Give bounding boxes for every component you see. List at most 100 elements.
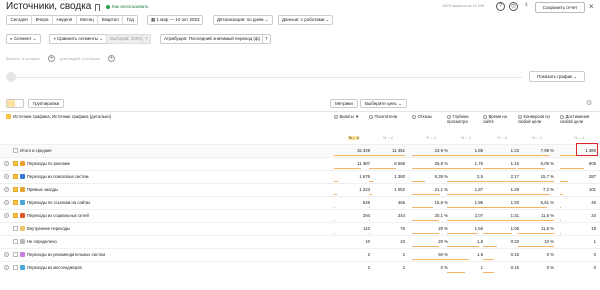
column-radio-icon[interactable] <box>412 114 416 119</box>
expand-icon[interactable]: + <box>4 161 9 166</box>
column-mode-icons[interactable]: % ↓ .ıl <box>461 136 471 140</box>
column-header[interactable]: Визиты ▼ <box>334 114 370 119</box>
row-checkbox[interactable] <box>13 200 18 205</box>
add-visit-filter-icon[interactable]: + <box>48 55 55 62</box>
period-quarter[interactable]: Квартал <box>98 16 124 24</box>
column-mode-icons[interactable]: % ↓ .ıl <box>532 136 542 140</box>
column-radio-icon[interactable] <box>334 114 338 119</box>
show-graph-button[interactable]: Показать график ⌄ <box>529 71 585 82</box>
row-checkbox[interactable] <box>13 265 18 270</box>
value-bar <box>447 272 465 273</box>
percent-mode-icon[interactable]: % ↓ .ıl <box>532 136 542 140</box>
metrics-button[interactable]: Метрики <box>330 99 358 108</box>
row-label[interactable]: Внутренние переходы <box>27 226 70 231</box>
column-radio-icon[interactable] <box>560 114 564 119</box>
sample-info-icon[interactable]: ? <box>142 34 151 44</box>
detail-dropdown[interactable]: Детализация: по дням ⌄ <box>213 15 273 25</box>
column-mode-icons[interactable]: % ↓ .ıl <box>348 136 360 140</box>
row-checkbox[interactable] <box>13 213 18 218</box>
expand-icon[interactable]: + <box>4 174 9 179</box>
period-yesterday[interactable]: Вчера <box>32 16 53 24</box>
row-checkbox[interactable] <box>13 174 18 179</box>
table-view-icon[interactable] <box>7 100 15 107</box>
percent-mode-icon[interactable]: % ↓ .ıl <box>426 136 436 140</box>
table-row[interactable]: + Прямые заходы 1 223 1 052 21,1 % 1,87 1:29 7,… <box>0 183 600 196</box>
add-user-filter-icon[interactable]: + <box>108 55 115 62</box>
source-icon <box>20 252 25 257</box>
period-year[interactable]: Год <box>123 16 138 24</box>
column-radio-icon[interactable] <box>518 114 522 119</box>
period-month[interactable]: Месяц <box>76 16 99 24</box>
row-label[interactable]: Прямые заходы <box>27 187 58 192</box>
date-range-button[interactable]: ▦ 1 мар — 10 окт 2023 <box>147 15 204 25</box>
column-radio-icon[interactable] <box>447 114 451 119</box>
how-to-link[interactable]: Как использовать <box>106 4 149 9</box>
expand-icon[interactable]: + <box>4 265 9 270</box>
table-row[interactable]: + Переходы по рекламе 11 387 8 566 26,8 % 1,7… <box>0 157 600 170</box>
table-row[interactable]: + Переходы из мессенджеров 2 2 0 % 1 0:15 0 % 0 <box>0 261 600 274</box>
help-icon[interactable]: ? <box>496 2 505 11</box>
row-checkbox[interactable] <box>13 148 18 153</box>
column-mode-icons[interactable]: % ↓ .ıl <box>426 136 436 140</box>
download-icon[interactable]: ⇩ <box>522 2 531 11</box>
column-header[interactable]: Конверсия по любой цели <box>518 114 554 124</box>
row-label[interactable]: Переходы по ссылкам на сайтах <box>27 200 90 205</box>
dimension-header[interactable]: Источник трафика, Источник трафика (дета… <box>6 114 111 119</box>
row-label[interactable]: Переходы из рекомендательных систем <box>27 252 105 257</box>
expand-icon[interactable]: + <box>4 187 9 192</box>
row-checkbox[interactable] <box>13 252 18 257</box>
percent-mode-icon[interactable]: % ↓ .ıl <box>497 136 507 140</box>
gear-icon[interactable]: ⚙ <box>586 99 592 108</box>
attribution-help-icon[interactable]: ? <box>262 34 271 44</box>
period-week[interactable]: Неделя <box>52 16 77 24</box>
row-checkbox[interactable] <box>13 226 18 231</box>
column-mode-icons[interactable]: % ↓ .ıl <box>383 136 393 140</box>
table-row[interactable]: Не определено 10 10 20 % 1,8 0:33 10 % 1 <box>0 235 600 248</box>
period-today[interactable]: Сегодня <box>7 16 33 24</box>
column-radio-icon[interactable] <box>483 114 487 119</box>
goal-dropdown[interactable]: Выберите цель ⌄ <box>360 99 407 108</box>
save-report-button[interactable]: Сохранить отчет <box>535 2 585 13</box>
row-checkbox[interactable] <box>13 239 18 244</box>
column-header[interactable]: Время на сайте <box>483 114 519 124</box>
column-mode-icons[interactable]: % ↓ .ıl <box>574 136 584 140</box>
table-row[interactable]: Внутренние переходы 110 76 20 % 1,56 1:06 11,8… <box>0 222 600 235</box>
row-label[interactable]: Переходы из мессенджеров <box>27 265 82 270</box>
tree-view-icon[interactable] <box>15 100 23 107</box>
percent-mode-icon[interactable]: % ↓ .ıl <box>348 136 360 140</box>
percent-mode-icon[interactable]: % ↓ .ıl <box>383 136 393 140</box>
value-bar <box>369 155 405 156</box>
history-icon[interactable]: ◷ <box>509 2 518 11</box>
column-radio-icon[interactable] <box>369 114 373 119</box>
percent-mode-icon[interactable]: % ↓ .ıl <box>574 136 584 140</box>
row-label[interactable]: Переходы по рекламе <box>27 161 70 166</box>
bookmark-icon[interactable] <box>95 4 100 11</box>
close-icon[interactable]: × <box>589 2 594 11</box>
segment-dropdown[interactable]: ◐ Сегмент ⌄ <box>6 34 41 44</box>
column-header[interactable]: Посетители <box>369 114 405 119</box>
attribution-dropdown[interactable]: Атрибуция: Последний значимый переход (ф… <box>160 34 270 44</box>
expand-icon[interactable]: + <box>4 252 9 257</box>
compare-segments-button[interactable]: ◑ Сравнить сегменты ⌄ <box>49 34 108 44</box>
expand-icon[interactable]: + <box>4 200 9 205</box>
percent-mode-icon[interactable]: % ↓ .ıl <box>461 136 471 140</box>
expand-icon[interactable]: + <box>4 213 9 218</box>
row-checkbox[interactable] <box>13 187 18 192</box>
table-row[interactable]: + Переходы из рекомендательных систем 2 2 50… <box>0 248 600 261</box>
totals-row[interactable]: Итого и средние 15 349 11 451 23,9 % 1,85 1:2… <box>0 144 600 157</box>
row-label[interactable]: Переходы из социальных сетей <box>27 213 89 218</box>
column-mode-icons[interactable]: % ↓ .ıl <box>497 136 507 140</box>
column-header[interactable]: Глубина просмотра <box>447 114 483 124</box>
column-header[interactable]: Достижения любой цели <box>560 114 596 124</box>
row-checkbox[interactable] <box>13 161 18 166</box>
column-header[interactable]: Отказы <box>412 114 448 119</box>
table-row[interactable]: + Переходы по ссылкам на сайтах 545 466 15,6… <box>0 196 600 209</box>
robots-dropdown[interactable]: Данные: с роботами ⌄ <box>278 15 334 25</box>
select-all-checkbox[interactable] <box>6 114 11 119</box>
row-label[interactable]: Переходы из поисковых систем <box>27 174 89 179</box>
row-label[interactable]: Не определено <box>27 239 57 244</box>
value-bar <box>412 194 441 195</box>
table-row[interactable]: + Переходы из поисковых систем 1 676 1 380 9… <box>0 170 600 183</box>
table-row[interactable]: + Переходы из социальных сетей 294 244 20,1 … <box>0 209 600 222</box>
grouping-button[interactable]: Группировки <box>28 99 65 108</box>
